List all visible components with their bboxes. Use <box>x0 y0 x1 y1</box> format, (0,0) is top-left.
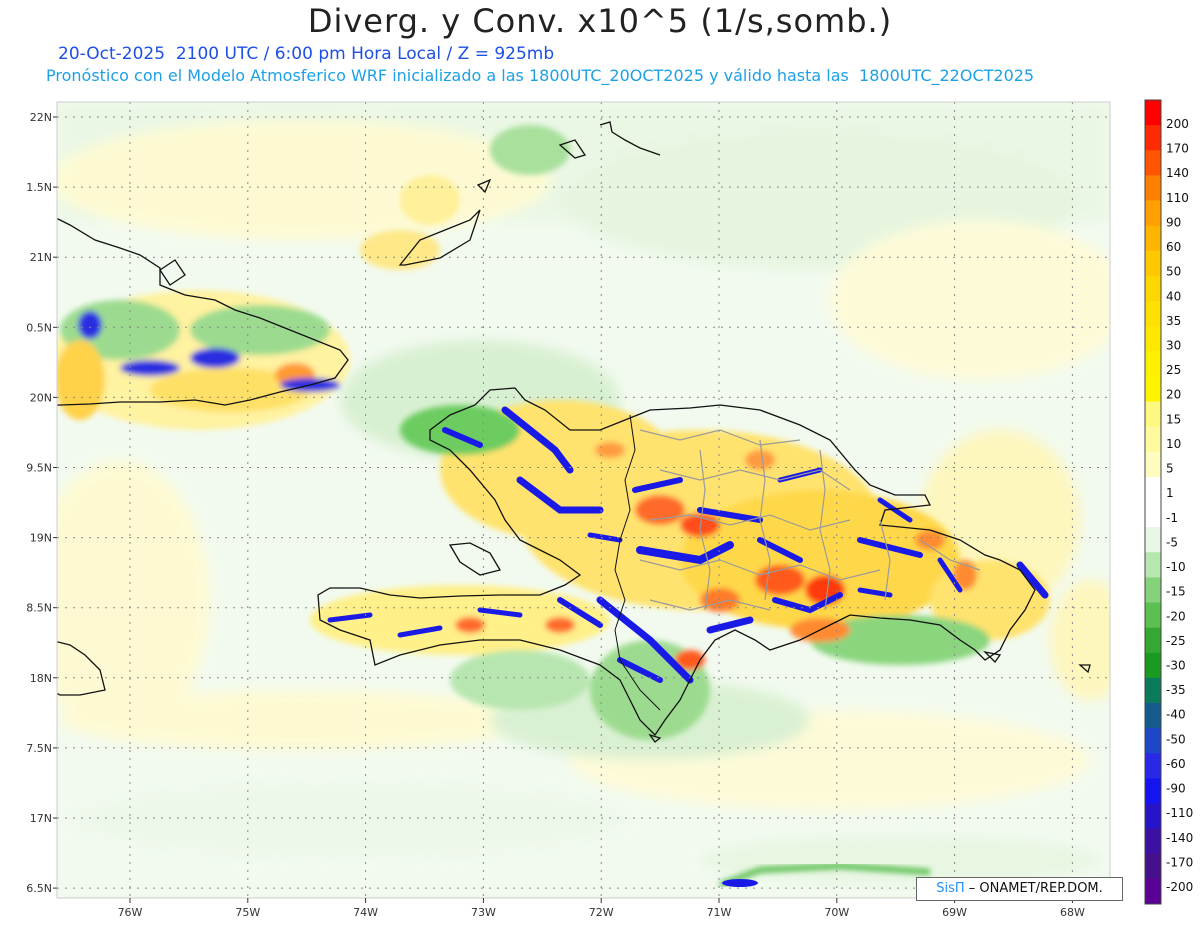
colorbar-swatch <box>1145 552 1161 578</box>
colorbar-swatch <box>1145 803 1161 830</box>
colorbar-swatch <box>1145 527 1161 553</box>
field-layer <box>57 102 1110 898</box>
lat-label: 1.5N <box>26 181 52 194</box>
lat-label: 18N <box>30 672 52 685</box>
colorbar-label: -200 <box>1166 880 1193 894</box>
colorbar-label: -15 <box>1166 585 1186 599</box>
lat-label: 22N <box>30 111 52 124</box>
colorbar-label: -170 <box>1166 855 1193 869</box>
colorbar-label: -25 <box>1166 634 1186 648</box>
latitude-labels: 22N 1.5N 21N 0.5N 20N 9.5N 19N 8.5N 18N 7.5N 17N 6.… <box>26 111 57 895</box>
colorbar-swatch <box>1145 753 1161 779</box>
colorbar-swatch <box>1145 602 1161 629</box>
colorbar-label: -140 <box>1166 831 1193 845</box>
lon-label: 71W <box>707 906 732 919</box>
colorbar-swatch <box>1145 401 1161 428</box>
colorbar-swatch <box>1145 275 1161 302</box>
colorbar-label: 5 <box>1166 462 1174 476</box>
colorbar-label: -20 <box>1166 609 1186 623</box>
colorbar-label: -35 <box>1166 683 1186 697</box>
colorbar-swatch <box>1145 376 1161 402</box>
credit-box: SisΠ – ONAMET/REP.DOM. <box>916 877 1123 901</box>
lon-label: 72W <box>589 906 614 919</box>
colorbar-label: 1 <box>1166 486 1174 500</box>
lat-label: 19N <box>30 532 52 545</box>
colorbar-swatch <box>1145 100 1161 126</box>
colorbar-swatch <box>1145 878 1161 905</box>
colorbar-label: 60 <box>1166 240 1181 254</box>
lat-label: 20N <box>30 391 52 404</box>
colorbar-label: -110 <box>1166 806 1193 820</box>
colorbar-label: 50 <box>1166 265 1181 279</box>
colorbar-label: -5 <box>1166 535 1178 549</box>
colorbar-label: 40 <box>1166 289 1181 303</box>
colorbar-swatch <box>1145 502 1161 528</box>
lat-label: 21N <box>30 251 52 264</box>
credit-text: – ONAMET/REP.DOM. <box>964 881 1103 896</box>
lat-label: 7.5N <box>26 742 52 755</box>
lat-label: 6.5N <box>26 882 52 895</box>
colorbar: 200 170 140 110 90 60 50 40 35 30 25 20 15 10 5 1 -1 -5 -1… <box>1144 99 1193 905</box>
colorbar-swatch <box>1145 728 1161 754</box>
credit-logo-text: SisΠ <box>936 881 965 896</box>
colorbar-label: 140 <box>1166 166 1189 180</box>
longitude-labels: 76W 75W 74W 73W 72W 71W 70W 69W 68W <box>118 898 1085 919</box>
lon-label: 69W <box>942 906 967 919</box>
colorbar-swatch <box>1145 703 1161 729</box>
colorbar-label: 90 <box>1166 215 1181 229</box>
lat-label: 17N <box>30 812 52 825</box>
colorbar-swatch <box>1145 351 1161 377</box>
colorbar-label: 200 <box>1166 117 1189 131</box>
lon-label: 68W <box>1060 906 1085 919</box>
colorbar-swatch <box>1145 652 1161 679</box>
colorbar-swatch <box>1145 250 1161 277</box>
colorbar-label: -40 <box>1166 708 1186 722</box>
colorbar-label: -30 <box>1166 658 1186 672</box>
colorbar-swatch <box>1145 175 1161 201</box>
lon-label: 74W <box>353 906 378 919</box>
colorbar-swatch <box>1145 853 1161 880</box>
colorbar-swatch <box>1145 476 1161 503</box>
lat-label: 8.5N <box>26 602 52 615</box>
colorbar-swatch <box>1145 301 1161 327</box>
colorbar-swatch <box>1145 200 1161 227</box>
colorbar-swatch <box>1145 577 1161 603</box>
lon-label: 73W <box>471 906 496 919</box>
lon-label: 70W <box>824 906 849 919</box>
colorbar-label: 25 <box>1166 363 1181 377</box>
lat-label: 0.5N <box>26 321 52 334</box>
colorbar-label: 30 <box>1166 339 1181 353</box>
colorbar-swatch <box>1145 225 1161 252</box>
colorbar-swatch <box>1145 828 1161 855</box>
lat-label: 9.5N <box>26 462 52 475</box>
colorbar-label: 170 <box>1166 142 1189 156</box>
colorbar-swatch <box>1145 426 1161 453</box>
colorbar-label: -1 <box>1166 511 1178 525</box>
colorbar-label: -90 <box>1166 782 1186 796</box>
colorbar-label: -50 <box>1166 732 1186 746</box>
colorbar-swatch <box>1145 125 1161 151</box>
colorbar-swatch <box>1145 778 1161 804</box>
colorbar-swatch <box>1145 150 1161 176</box>
map-panel: 22N 1.5N 21N 0.5N 20N 9.5N 19N 8.5N 18N 7.5N 17N 6.… <box>26 99 1193 919</box>
colorbar-swatch <box>1145 326 1161 352</box>
colorbar-swatch <box>1145 451 1161 478</box>
colorbar-swatch <box>1145 627 1161 654</box>
colorbar-label: 10 <box>1166 437 1181 451</box>
lon-label: 75W <box>235 906 260 919</box>
colorbar-swatch <box>1145 677 1161 704</box>
colorbar-label: 35 <box>1166 314 1181 328</box>
colorbar-label: -10 <box>1166 560 1186 574</box>
colorbar-label: 15 <box>1166 412 1181 426</box>
colorbar-label: 110 <box>1166 191 1189 205</box>
colorbar-label: -60 <box>1166 757 1186 771</box>
lon-label: 76W <box>118 906 143 919</box>
colorbar-label: 20 <box>1166 388 1181 402</box>
